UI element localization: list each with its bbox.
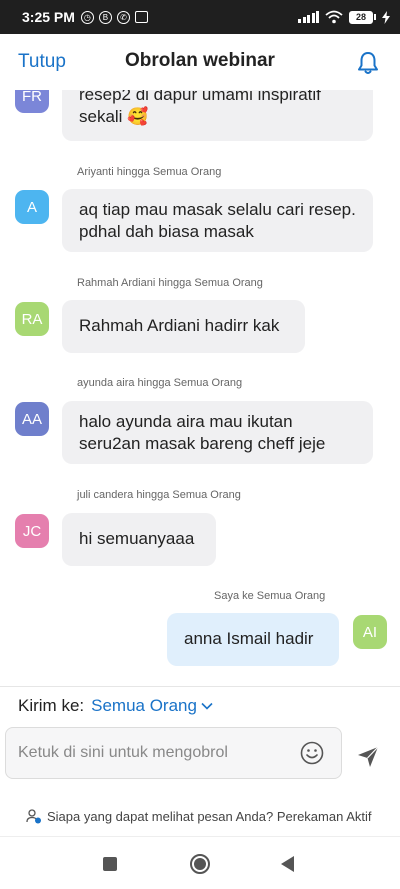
- charging-icon: [382, 10, 390, 24]
- battery-level: 28: [349, 10, 373, 24]
- message-text: anna Ismail hadir: [184, 629, 314, 648]
- home-icon[interactable]: [190, 854, 210, 874]
- recipient-dropdown[interactable]: Semua Orang: [91, 696, 213, 716]
- message-sender: juli candera hingga Semua Orang: [77, 489, 241, 501]
- close-button[interactable]: Tutup: [18, 51, 66, 73]
- privacy-notice-text: Siapa yang dapat melihat pesan Anda? Per…: [47, 808, 372, 824]
- avatar: JC: [15, 514, 49, 548]
- send-icon[interactable]: [356, 745, 380, 769]
- status-bar: 3:25 PM ◷ B ✆ 28: [0, 0, 400, 34]
- chat-list[interactable]: FR resep2 di dapur umami inspiratif seka…: [0, 90, 400, 686]
- avatar: A: [15, 190, 49, 224]
- chat-input-box: [5, 727, 342, 779]
- message-text: resep2 di dapur umami inspiratif sekali …: [79, 90, 321, 126]
- system-nav-bar: [0, 836, 400, 889]
- message-bubble: aq tiap mau masak selalu cari resep. pdh…: [62, 189, 373, 252]
- avatar: RA: [15, 302, 49, 336]
- message-bubble: hi semuanyaaa: [62, 513, 216, 566]
- wifi-icon: [325, 10, 343, 24]
- message-text: Rahmah Ardiani hadirr kak: [79, 316, 280, 335]
- b-badge-icon: B: [98, 10, 112, 24]
- message-sender: ayunda aira hingga Semua Orang: [77, 377, 243, 389]
- back-icon[interactable]: [281, 856, 294, 872]
- battery-icon: 28: [349, 10, 376, 24]
- user-info-icon: [26, 809, 41, 824]
- message-text: halo ayunda aira mau ikutan seru2an masa…: [79, 412, 326, 453]
- gallery-icon: [134, 11, 148, 23]
- privacy-notice[interactable]: Siapa yang dapat melihat pesan Anda? Per…: [26, 808, 372, 824]
- avatar: AI: [353, 615, 387, 649]
- send-to-label: Kirim ke:: [18, 695, 85, 715]
- bell-icon[interactable]: [355, 50, 381, 76]
- chevron-down-icon: [201, 702, 213, 710]
- signal-icon: [298, 11, 319, 23]
- recents-icon[interactable]: [103, 857, 117, 871]
- send-to-row: Kirim ke: Semua Orang: [0, 686, 400, 724]
- status-right: 28: [298, 10, 390, 24]
- status-time: 3:25 PM: [22, 9, 75, 25]
- message-text: hi semuanyaaa: [79, 529, 195, 548]
- avatar: FR: [15, 90, 49, 113]
- message-sender: Rahmah Ardiani hingga Semua Orang: [77, 277, 263, 289]
- message-sender: Ariyanti hingga Semua Orang: [77, 166, 222, 178]
- message-bubble: resep2 di dapur umami inspiratif sekali …: [62, 90, 373, 141]
- message-bubble: halo ayunda aira mau ikutan seru2an masa…: [62, 401, 373, 464]
- message-text: aq tiap mau masak selalu cari resep. pdh…: [79, 200, 356, 241]
- message-bubble: Rahmah Ardiani hadirr kak: [62, 300, 305, 353]
- emoji-icon[interactable]: [300, 741, 324, 765]
- avatar: AA: [15, 402, 49, 436]
- whatsapp-icon: ✆: [116, 10, 130, 24]
- my-message-bubble: anna Ismail hadir: [167, 613, 339, 666]
- message-sender: Saya ke Semua Orang: [214, 590, 326, 602]
- recipient-value: Semua Orang: [91, 695, 197, 715]
- alarm-icon: ◷: [80, 10, 94, 24]
- chat-input[interactable]: [18, 728, 288, 778]
- chat-header: Tutup Obrolan webinar: [0, 34, 400, 90]
